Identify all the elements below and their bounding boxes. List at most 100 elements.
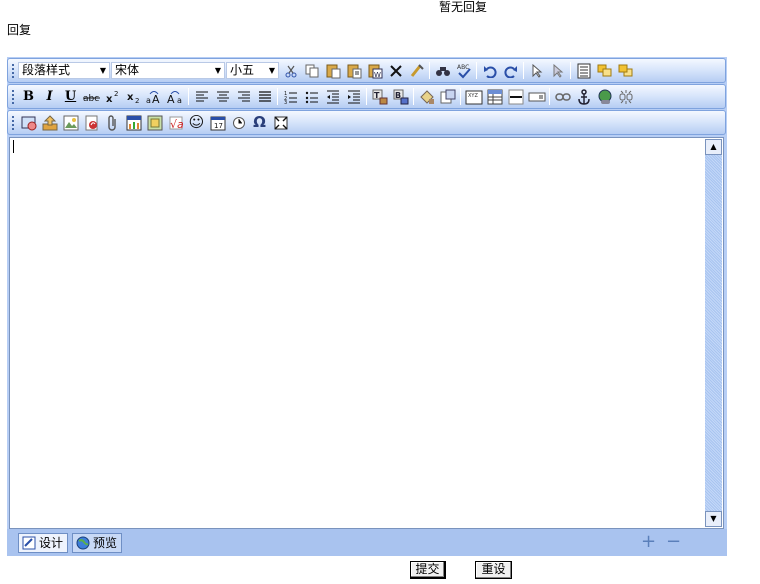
special-char-icon[interactable]: Ω xyxy=(249,112,270,133)
bold-icon[interactable]: B xyxy=(18,86,39,107)
svg-text:17: 17 xyxy=(214,122,223,130)
italic-icon[interactable]: I xyxy=(39,86,60,107)
paste-icon[interactable] xyxy=(322,60,343,81)
chevron-down-icon[interactable]: ▼ xyxy=(212,63,224,78)
tab-preview[interactable]: 预览 xyxy=(72,532,123,553)
insert-image-icon[interactable] xyxy=(60,112,81,133)
reply-label: 回复 xyxy=(7,23,32,37)
toolbar-separator xyxy=(549,88,550,105)
rich-text-editor: 段落样式 ▼ 宋体 ▼ 小五 ▼ W ABC B I U abc x 2 x 2… xyxy=(7,57,727,556)
svg-text:2: 2 xyxy=(135,97,139,104)
upload-icon[interactable] xyxy=(39,112,60,133)
link-icon[interactable] xyxy=(552,86,573,107)
subscript-icon[interactable]: x2 xyxy=(123,86,144,107)
insert-picture-icon[interactable] xyxy=(144,112,165,133)
insert-table-icon[interactable] xyxy=(484,86,505,107)
select-all-icon[interactable] xyxy=(547,60,568,81)
reset-button[interactable]: 重设 xyxy=(475,561,512,579)
font-size-select[interactable]: 小五 ▼ xyxy=(226,62,279,79)
insert-flash-icon[interactable] xyxy=(81,112,102,133)
anchor-icon[interactable] xyxy=(573,86,594,107)
insert-field-icon[interactable]: XYZ xyxy=(463,86,484,107)
align-center-icon[interactable] xyxy=(212,86,233,107)
ordered-list-icon[interactable]: 123 xyxy=(280,86,301,107)
align-right-icon[interactable] xyxy=(233,86,254,107)
svg-text:A: A xyxy=(152,93,160,105)
redo-icon[interactable] xyxy=(500,60,521,81)
delete-icon[interactable] xyxy=(385,60,406,81)
svg-text:B: B xyxy=(395,91,401,100)
find-icon[interactable] xyxy=(432,60,453,81)
insert-block-icon[interactable] xyxy=(437,86,458,107)
attachment-icon[interactable] xyxy=(102,112,123,133)
insert-input-icon[interactable] xyxy=(526,86,547,107)
format-brush-icon[interactable] xyxy=(416,86,437,107)
outdent-icon[interactable] xyxy=(322,86,343,107)
toolbar-separator xyxy=(277,88,278,105)
unordered-list-icon[interactable] xyxy=(301,86,322,107)
toolbar-separator xyxy=(523,62,524,79)
bring-forward-icon[interactable] xyxy=(594,60,615,81)
align-justify-icon[interactable] xyxy=(254,86,275,107)
underline-icon[interactable]: U xyxy=(60,86,81,107)
copy-icon[interactable] xyxy=(301,60,322,81)
toolbar-separator xyxy=(429,62,430,79)
superscript-icon[interactable]: x2 xyxy=(102,86,123,107)
zoom-out-icon[interactable]: − xyxy=(666,533,681,551)
toolbar-grip[interactable] xyxy=(11,62,15,79)
svg-text:√a: √a xyxy=(170,118,184,131)
cut-icon[interactable] xyxy=(280,60,301,81)
indent-icon[interactable] xyxy=(343,86,364,107)
scroll-down-icon[interactable]: ▼ xyxy=(705,511,722,527)
svg-text:x: x xyxy=(106,94,113,104)
editor-content-area[interactable]: ▲ ▼ xyxy=(9,137,724,529)
tab-preview-label: 预览 xyxy=(93,536,118,550)
toolbar-separator xyxy=(366,88,367,105)
uppercase-icon[interactable]: aA xyxy=(144,86,165,107)
clean-format-icon[interactable] xyxy=(406,60,427,81)
chevron-down-icon[interactable]: ▼ xyxy=(97,63,109,78)
paragraph-style-value: 段落样式 xyxy=(22,63,71,77)
toolbar-grip[interactable] xyxy=(11,114,15,131)
lowercase-icon[interactable]: Aa xyxy=(165,86,186,107)
svg-text:XYZ: XYZ xyxy=(468,93,478,99)
chevron-down-icon[interactable]: ▼ xyxy=(266,63,278,78)
background-color-icon[interactable]: B xyxy=(390,86,411,107)
toolbar-separator xyxy=(570,62,571,79)
emoticon-icon[interactable]: ☺ xyxy=(186,112,207,133)
svg-text:T: T xyxy=(374,91,380,100)
vertical-scrollbar[interactable]: ▲ ▼ xyxy=(705,139,722,527)
strikethrough-icon[interactable]: abc xyxy=(81,86,102,107)
toolbar-separator xyxy=(413,88,414,105)
insert-time-icon[interactable] xyxy=(228,112,249,133)
font-family-select[interactable]: 宋体 ▼ xyxy=(111,62,225,79)
paste-word-icon[interactable]: W xyxy=(364,60,385,81)
insert-date-icon[interactable]: 17 xyxy=(207,112,228,133)
spellcheck-icon[interactable]: ABC xyxy=(453,60,474,81)
font-size-value: 小五 xyxy=(230,63,255,77)
tab-design-label: 设计 xyxy=(39,536,64,550)
send-backward-icon[interactable] xyxy=(615,60,636,81)
paste-text-icon[interactable] xyxy=(343,60,364,81)
align-left-icon[interactable] xyxy=(191,86,212,107)
paragraph-style-select[interactable]: 段落样式 ▼ xyxy=(18,62,110,79)
toolbar-separator xyxy=(476,62,477,79)
select-icon[interactable] xyxy=(526,60,547,81)
toolbar-grip[interactable] xyxy=(11,88,15,105)
fullscreen-icon[interactable] xyxy=(270,112,291,133)
insert-media-icon[interactable] xyxy=(18,112,39,133)
svg-text:A: A xyxy=(167,93,175,105)
toolbar-row-3: √a ☺ 17 Ω xyxy=(7,110,726,135)
scroll-up-icon[interactable]: ▲ xyxy=(705,139,722,155)
zoom-in-icon[interactable]: + xyxy=(641,533,656,551)
text-color-icon[interactable]: T xyxy=(369,86,390,107)
insert-chart-icon[interactable] xyxy=(123,112,144,133)
submit-button[interactable]: 提交 xyxy=(410,561,446,579)
hyperlink-icon[interactable] xyxy=(594,86,615,107)
tab-design[interactable]: 设计 xyxy=(18,532,69,553)
horizontal-rule-icon[interactable] xyxy=(505,86,526,107)
formula-icon[interactable]: √a xyxy=(165,112,186,133)
page-properties-icon[interactable] xyxy=(573,60,594,81)
undo-icon[interactable] xyxy=(479,60,500,81)
unlink-icon[interactable] xyxy=(615,86,636,107)
